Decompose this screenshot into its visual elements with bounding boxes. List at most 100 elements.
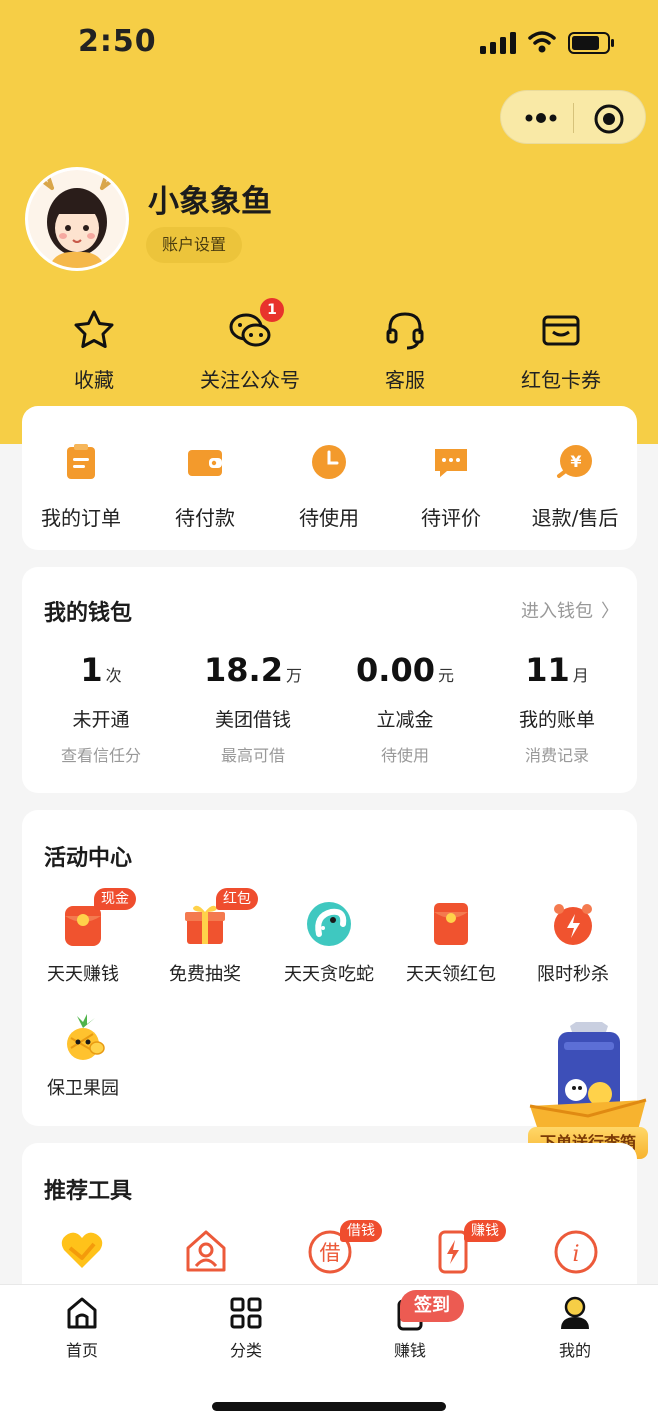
order-all[interactable]: 我的订单 <box>22 442 140 531</box>
wallet-unit: 月 <box>572 666 589 685</box>
tab-mine[interactable]: 我的 <box>520 1295 630 1361</box>
quick-link-label: 客服 <box>385 368 425 392</box>
quick-link-coupons[interactable]: 红包卡券 <box>501 308 621 393</box>
orders-card: 我的订单 待付款 待使用 待评价 ¥ 退款/售后 <box>22 406 637 550</box>
order-label: 退款/售后 <box>531 506 619 530</box>
wallet-icon <box>188 450 222 476</box>
order-to-review[interactable]: 待评价 <box>392 442 510 531</box>
close-miniprogram-icon[interactable] <box>593 103 625 135</box>
wallet-unit: 万 <box>285 666 302 685</box>
grid-icon <box>230 1297 262 1329</box>
activity-snake-game[interactable]: 天天贪吃蛇 <box>268 898 390 986</box>
wallet-value: 18.2 <box>204 651 283 689</box>
miniprogram-capsule <box>500 90 646 144</box>
more-dots-icon[interactable] <box>523 105 559 131</box>
status-time: 2:50 <box>78 24 157 59</box>
wallet-item-loan[interactable]: 18.2 万 美团借钱 最高可借 <box>178 651 328 766</box>
enter-wallet-link[interactable]: 进入钱包〉 <box>521 597 619 623</box>
tab-label: 赚钱 <box>393 1341 426 1360</box>
activity-label: 保卫果园 <box>47 1078 119 1099</box>
red-envelope-icon <box>434 903 468 945</box>
house-user-icon <box>186 1230 226 1272</box>
status-bar: 2:50 <box>0 0 658 88</box>
svg-text:i: i <box>572 1242 579 1267</box>
comment-icon <box>435 449 467 477</box>
wallet-item-discount[interactable]: 0.00 元 立减金 待使用 <box>330 651 480 766</box>
tool-tag: 赚钱 <box>464 1220 506 1242</box>
tab-category[interactable]: 分类 <box>191 1295 301 1361</box>
wallet-unit: 元 <box>437 666 454 685</box>
info-icon: i <box>554 1230 598 1274</box>
signal-icon <box>480 32 516 54</box>
activity-label: 天天领红包 <box>406 964 496 985</box>
wallet-value: 1 <box>80 651 103 689</box>
signin-badge[interactable]: 签到 <box>400 1290 464 1322</box>
wallet-value: 11 <box>525 651 570 689</box>
battery-icon <box>568 32 614 54</box>
wallet-label: 我的账单 <box>518 709 595 731</box>
activity-label: 天天贪吃蛇 <box>284 964 374 985</box>
order-clipboard-icon <box>67 444 95 479</box>
star-icon <box>74 310 114 348</box>
activity-tag: 现金 <box>94 888 136 910</box>
wallet-sublabel: 查看信任分 <box>60 746 141 765</box>
wallet-sublabel: 待使用 <box>380 746 429 765</box>
quick-link-official-account[interactable]: 关注公众号 <box>190 308 310 393</box>
activity-title: 活动中心 <box>44 846 133 871</box>
wallet-sublabel: 消费记录 <box>524 746 589 765</box>
wallet-item-trust[interactable]: 1次 未开通 查看信任分 <box>26 651 176 766</box>
chevron-right-icon: 〉 <box>601 601 619 622</box>
svg-text:借: 借 <box>320 1241 341 1265</box>
quick-link-label: 红包卡券 <box>521 368 601 392</box>
wifi-icon <box>528 31 556 53</box>
wallet-sublabel: 最高可借 <box>220 746 285 765</box>
avatar[interactable] <box>24 166 130 272</box>
tab-label: 我的 <box>558 1341 591 1360</box>
wallet-title: 我的钱包 <box>44 601 133 626</box>
wallet-card: 我的钱包 进入钱包〉 1次 未开通 查看信任分 18.2 万 美团借钱 最高可借 … <box>22 567 637 793</box>
tool-item[interactable] <box>42 1226 122 1274</box>
wallet-label: 美团借钱 <box>214 709 291 731</box>
svg-text:¥: ¥ <box>570 452 581 471</box>
order-pending-payment[interactable]: 待付款 <box>146 442 264 531</box>
order-refund[interactable]: ¥ 退款/售后 <box>516 442 634 531</box>
wallet-label: 立减金 <box>376 709 434 731</box>
capsule-divider <box>573 103 574 133</box>
pineapple-icon <box>67 1014 105 1060</box>
notification-badge: 1 <box>258 296 286 324</box>
enter-wallet-label: 进入钱包 <box>521 601 593 622</box>
activity-orchard[interactable]: 保卫果园 <box>22 1012 144 1100</box>
account-settings-button[interactable]: 账户设置 <box>146 227 243 263</box>
activity-free-lottery[interactable]: 免费抽奖 <box>144 898 266 986</box>
activity-red-packet[interactable]: 天天领红包 <box>390 898 512 986</box>
flash-alarm-icon <box>554 904 592 945</box>
tab-home[interactable]: 首页 <box>27 1295 137 1361</box>
quick-link-favorites[interactable]: 收藏 <box>34 308 154 393</box>
tool-item[interactable] <box>166 1226 246 1274</box>
order-to-use[interactable]: 待使用 <box>270 442 388 531</box>
clock-icon <box>312 445 346 479</box>
order-label: 待评价 <box>421 506 481 530</box>
tools-title: 推荐工具 <box>44 1179 133 1204</box>
wallet-value: 0.00 <box>356 651 435 689</box>
activity-label: 限时秒杀 <box>537 964 609 985</box>
refund-icon: ¥ <box>557 445 592 478</box>
activity-tag: 红包 <box>216 888 258 910</box>
order-label: 待使用 <box>299 506 359 530</box>
quick-link-customer-service[interactable]: 客服 <box>345 308 465 393</box>
wallet-item-bill[interactable]: 11 月 我的账单 消费记录 <box>482 651 632 766</box>
tool-tag: 借钱 <box>340 1220 382 1242</box>
activity-daily-earn[interactable]: 天天赚钱 <box>22 898 144 986</box>
tool-item[interactable]: i <box>536 1226 616 1274</box>
order-label: 待付款 <box>175 506 235 530</box>
activity-flash-sale[interactable]: 限时秒杀 <box>512 898 634 986</box>
user-icon <box>561 1296 589 1329</box>
home-icon <box>67 1297 97 1329</box>
tab-label: 首页 <box>65 1341 98 1360</box>
headset-icon <box>386 312 424 350</box>
user-name: 小象象鱼 <box>148 184 272 220</box>
wallet-unit: 次 <box>105 666 122 685</box>
yellow-heart-icon <box>61 1232 103 1268</box>
order-label: 我的订单 <box>41 506 121 530</box>
quick-link-label: 收藏 <box>74 368 114 392</box>
